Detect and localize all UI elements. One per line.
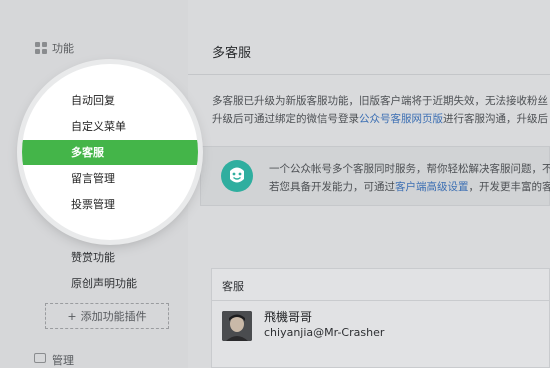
add-plugin-label: 添加功能插件 xyxy=(80,310,147,323)
add-plugin-button[interactable]: + 添加功能插件 xyxy=(45,303,169,329)
card-description: 一个公众帐号多个客服同时服务，帮你轻松解决客服问题，不错 若您具备开发能力，可通… xyxy=(269,160,550,196)
sidebar-section-function: 功能 xyxy=(35,40,74,56)
menu-item-vote-manage[interactable]: 投票管理 xyxy=(71,194,115,216)
staff-account: chiyanjia@Mr-Crasher xyxy=(264,326,385,339)
card-text: 若您具备开发能力，可通过 xyxy=(269,181,395,193)
magnifier-overlay: 自动回复 自定义菜单 多客服 留言管理 投票管理 xyxy=(22,64,198,240)
page-title: 多客服 xyxy=(212,46,252,61)
smile-icon xyxy=(221,160,253,192)
notice-text: 升级后可通过绑定的微信号登录 xyxy=(212,113,359,125)
main-content: 多客服 多客服已升级为新版客服功能，旧版客户端将于近期失效，无法接收粉丝 升级后… xyxy=(188,0,550,368)
staff-section-title: 客服 xyxy=(212,269,549,301)
menu-item-auto-reply[interactable]: 自动回复 xyxy=(71,90,115,112)
staff-panel: 客服 飛機哥哥 chiyanjia@Mr-Crasher xyxy=(211,268,550,368)
notice-line-2: 升级后可通过绑定的微信号登录公众号客服网页版进行客服沟通，升级后 xyxy=(212,110,550,128)
info-card: 一个公众帐号多个客服同时服务，帮你轻松解决客服问题，不错 若您具备开发能力，可通… xyxy=(200,146,550,206)
card-line-1: 一个公众帐号多个客服同时服务，帮你轻松解决客服问题，不错 xyxy=(269,163,550,175)
menu-item-multi-service-label: 多客服 xyxy=(71,146,104,159)
staff-name: 飛機哥哥 xyxy=(264,310,313,324)
grid-icon xyxy=(35,42,47,54)
upgrade-notice: 多客服已升级为新版客服功能，旧版客户端将于近期失效，无法接收粉丝 升级后可通过绑… xyxy=(212,92,550,128)
menu-item-message-manage[interactable]: 留言管理 xyxy=(71,168,115,190)
card-line-2: 若您具备开发能力，可通过客户端高级设置，开发更丰富的客服 xyxy=(269,178,550,196)
notice-text: 进行客服沟通，升级后 xyxy=(443,113,548,125)
menu-item-multi-service[interactable]: 多客服 xyxy=(22,140,198,165)
advanced-settings-link[interactable]: 客户端高级设置 xyxy=(395,181,469,193)
sidebar-section-title: 功能 xyxy=(52,42,74,55)
divider xyxy=(188,74,550,75)
notice-line-1: 多客服已升级为新版客服功能，旧版客户端将于近期失效，无法接收粉丝 xyxy=(212,95,548,107)
sidebar-section-manage: 管理 xyxy=(52,354,74,367)
menu-item-custom-menu[interactable]: 自定义菜单 xyxy=(71,116,126,138)
sidebar-item-original-claim[interactable]: 原创声明功能 xyxy=(71,275,137,291)
card-text: ，开发更丰富的客服 xyxy=(468,181,550,193)
tray-icon xyxy=(34,353,46,363)
plus-icon: + xyxy=(67,309,77,323)
sidebar-item-reward[interactable]: 赞赏功能 xyxy=(71,249,115,265)
avatar xyxy=(222,311,252,341)
web-client-link[interactable]: 公众号客服网页版 xyxy=(359,113,443,125)
